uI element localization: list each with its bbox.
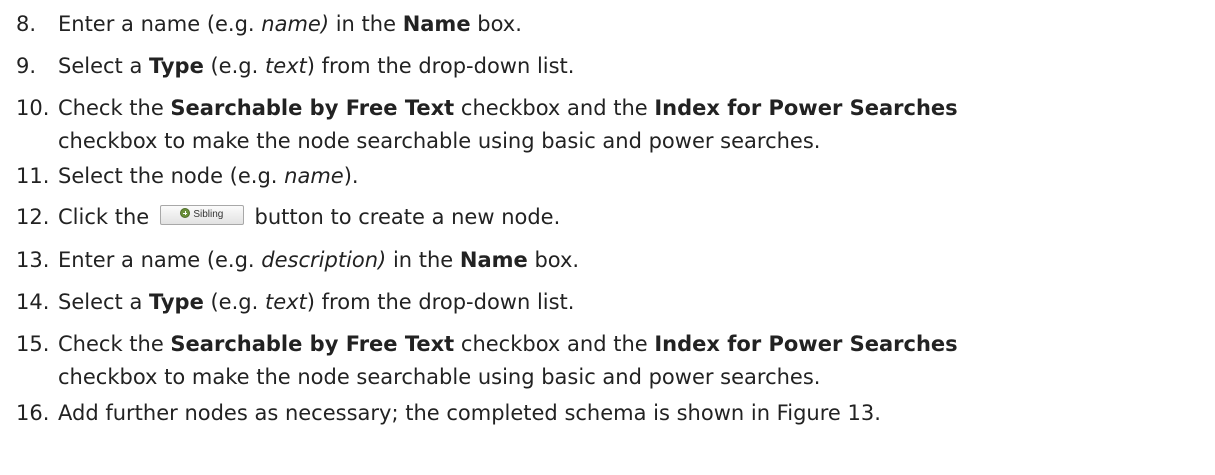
step-number: 14. [16, 290, 50, 314]
text-run: in the [329, 12, 403, 36]
text-run: box. [470, 12, 522, 36]
bold-term: Searchable by Free Text [170, 332, 455, 356]
text-run: (e.g. [203, 290, 265, 314]
step-number: 12. [16, 205, 50, 229]
bold-term: Searchable by Free Text [170, 96, 455, 120]
text-run: in the [386, 248, 460, 272]
bold-term: Index for Power Searches [654, 96, 958, 120]
example-value: name [284, 164, 344, 188]
sibling-button[interactable]: Sibling [159, 205, 244, 225]
step-text: Check the Searchable by Free Text checkb… [58, 93, 958, 123]
example-value: text [264, 54, 307, 78]
step-text: Select a Type (e.g. text) from the drop-… [58, 287, 574, 317]
step-number: 10. [16, 96, 50, 120]
text-run: ). [343, 164, 359, 188]
text-run: ) from the drop-down list. [306, 54, 575, 78]
step-text: Enter a name (e.g. name) in the Name box… [58, 9, 522, 39]
text-run: Select a [58, 54, 150, 78]
example-value: text [264, 290, 307, 314]
plus-circle-icon [180, 208, 191, 219]
step-number: 9. [16, 54, 37, 78]
text-run: Select the node (e.g. [58, 164, 285, 188]
text-run: Check the [58, 96, 171, 120]
text-run: Add further nodes as necessary; the comp… [58, 401, 881, 425]
step-text: Add further nodes as necessary; the comp… [58, 398, 881, 428]
step-number: 8. [16, 12, 37, 36]
text-run: Select a [58, 290, 150, 314]
step-text: Enter a name (e.g. description) in the N… [58, 245, 579, 275]
example-value: description) [261, 248, 387, 272]
text-run: Check the [58, 332, 171, 356]
text-run: checkbox and the [454, 332, 655, 356]
bold-term: Index for Power Searches [654, 332, 958, 356]
step-text: Select a Type (e.g. text) from the drop-… [58, 51, 574, 81]
step-text: Select the node (e.g. name). [58, 161, 359, 191]
step-number: 13. [16, 248, 50, 272]
bold-term: Type [149, 290, 204, 314]
bold-term: Type [149, 54, 204, 78]
bold-term: Name [459, 248, 528, 272]
step-number: 15. [16, 332, 50, 356]
text-run: checkbox and the [454, 96, 655, 120]
example-value: name) [261, 12, 330, 36]
sibling-button-label: Sibling [193, 209, 224, 220]
step-number: 16. [16, 401, 50, 425]
text-run: (e.g. [203, 54, 265, 78]
step-text-continuation: checkbox to make the node searchable usi… [58, 365, 821, 389]
text-run: button to create a new node. [247, 205, 561, 229]
bold-term: Name [402, 12, 471, 36]
step-text: Check the Searchable by Free Text checkb… [58, 329, 958, 359]
text-run: ) from the drop-down list. [306, 290, 575, 314]
text-run: Click the [58, 205, 156, 229]
text-run: Enter a name (e.g. [58, 12, 262, 36]
step-number: 11. [16, 164, 50, 188]
text-run: box. [527, 248, 580, 272]
text-run: Enter a name (e.g. [58, 248, 262, 272]
step-text-continuation: checkbox to make the node searchable usi… [58, 129, 821, 153]
step-text: Click the Sibling button to create a new… [58, 202, 560, 232]
